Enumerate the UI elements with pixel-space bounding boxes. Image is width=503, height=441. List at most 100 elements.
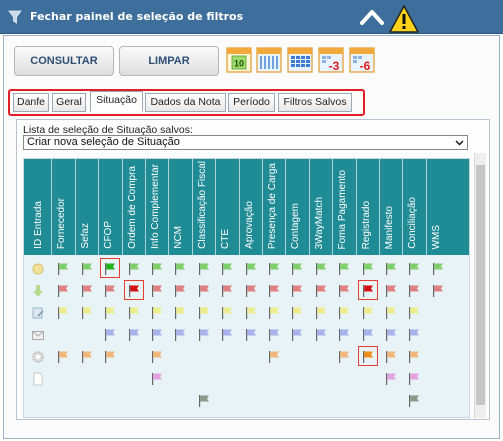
tab-filtros-salvos[interactable]: Filtros Salvos (278, 93, 352, 112)
flag-icon[interactable] (197, 393, 211, 412)
tab-periodo[interactable]: Período (228, 93, 275, 112)
flag-icon[interactable] (56, 283, 70, 302)
flag-icon[interactable] (384, 283, 398, 302)
flag-icon[interactable] (150, 261, 164, 280)
flag-icon[interactable] (407, 349, 421, 368)
flag-icon[interactable] (220, 283, 234, 302)
flag-icon[interactable] (361, 305, 375, 324)
saved-situacao-select[interactable]: Criar nova seleção de Situação (23, 135, 468, 150)
filter-panel-header[interactable]: Fechar painel de seleção de filtros (0, 0, 503, 34)
flag-icon[interactable] (267, 305, 281, 324)
chevron-up-icon[interactable] (359, 6, 385, 28)
flag-icon[interactable] (56, 349, 70, 368)
flag-icon[interactable] (384, 305, 398, 324)
flag-icon[interactable] (244, 261, 258, 280)
flag-icon[interactable] (431, 283, 445, 302)
flag-icon[interactable] (290, 283, 304, 302)
flag-icon[interactable] (337, 327, 351, 346)
flag-icon[interactable] (150, 327, 164, 346)
flag-icon[interactable] (197, 283, 211, 302)
flag-icon[interactable] (314, 305, 328, 324)
flag-icon[interactable] (244, 283, 258, 302)
flag-icon[interactable] (361, 261, 375, 280)
flag-icon[interactable] (267, 349, 281, 368)
flag-icon[interactable] (103, 349, 117, 368)
calendar-minus3-icon[interactable]: -3 (318, 45, 344, 73)
flag-icon[interactable] (103, 261, 117, 280)
flag-icon[interactable] (290, 327, 304, 346)
flag-icon[interactable] (384, 371, 398, 390)
flag-icon[interactable] (384, 349, 398, 368)
tab-geral[interactable]: Geral (52, 93, 86, 112)
flag-icon[interactable] (220, 261, 234, 280)
flag-icon[interactable] (407, 371, 421, 390)
flag-icon[interactable] (197, 261, 211, 280)
tab-situacao[interactable]: Situação (90, 91, 143, 112)
vertical-scrollbar[interactable] (474, 153, 486, 418)
flag-icon[interactable] (337, 261, 351, 280)
calendar-month-icon[interactable] (287, 45, 313, 73)
flag-icon[interactable] (150, 305, 164, 324)
flag-icon[interactable] (56, 261, 70, 280)
flag-icon[interactable] (173, 327, 187, 346)
flag-icon[interactable] (197, 327, 211, 346)
flag-icon[interactable] (103, 305, 117, 324)
calendar-day-icon[interactable]: 10 (226, 45, 252, 73)
flag-icon[interactable] (290, 261, 304, 280)
flag-icon[interactable] (361, 283, 375, 302)
flag-icon[interactable] (361, 327, 375, 346)
flag-icon[interactable] (80, 349, 94, 368)
flag-icon[interactable] (314, 261, 328, 280)
flag-icon[interactable] (407, 327, 421, 346)
flag-icon[interactable] (127, 327, 141, 346)
flag-icon[interactable] (337, 305, 351, 324)
flag-icon[interactable] (127, 283, 141, 302)
consultar-button[interactable]: CONSULTAR (14, 46, 114, 76)
calendar-week-icon[interactable] (256, 45, 282, 73)
flag-icon[interactable] (431, 261, 445, 280)
flag-icon[interactable] (220, 327, 234, 346)
flag-icon[interactable] (267, 283, 281, 302)
flag-icon[interactable] (244, 305, 258, 324)
flag-icon[interactable] (384, 327, 398, 346)
flag-icon[interactable] (103, 283, 117, 302)
flag-icon[interactable] (407, 393, 421, 412)
flag-icon[interactable] (150, 371, 164, 390)
flag-icon[interactable] (314, 327, 328, 346)
scrollbar-thumb[interactable] (476, 165, 485, 405)
flag-icon[interactable] (314, 283, 328, 302)
flag-icon[interactable] (407, 305, 421, 324)
flag-icon[interactable] (80, 305, 94, 324)
flag-icon[interactable] (127, 261, 141, 280)
panel-header-title[interactable]: Fechar painel de seleção de filtros (30, 10, 243, 23)
flag-icon[interactable] (337, 349, 351, 368)
flag-icon[interactable] (103, 327, 117, 346)
flag-icon[interactable] (173, 261, 187, 280)
column-separator (332, 159, 334, 255)
flag-icon[interactable] (407, 283, 421, 302)
flag-icon[interactable] (407, 261, 421, 280)
tab-danfe[interactable]: Danfe (13, 93, 49, 112)
flag-icon[interactable] (80, 283, 94, 302)
calendar-minus6-icon[interactable]: -6 (349, 45, 375, 73)
flag-icon[interactable] (244, 327, 258, 346)
flag-icon[interactable] (267, 327, 281, 346)
flag-icon[interactable] (150, 349, 164, 368)
flag-icon[interactable] (127, 305, 141, 324)
limpar-button[interactable]: LIMPAR (119, 46, 219, 76)
flag-icon[interactable] (173, 305, 187, 324)
flag-icon[interactable] (267, 261, 281, 280)
flag-icon[interactable] (197, 305, 211, 324)
flag-icon[interactable] (337, 283, 351, 302)
flag-icon[interactable] (173, 283, 187, 302)
column-separator (191, 159, 193, 255)
column-separator (121, 159, 123, 255)
flag-icon[interactable] (80, 261, 94, 280)
flag-icon[interactable] (150, 283, 164, 302)
flag-icon[interactable] (56, 305, 70, 324)
tab-dados-da-nota[interactable]: Dados da Nota (145, 93, 226, 112)
flag-icon[interactable] (384, 261, 398, 280)
flag-icon[interactable] (361, 349, 375, 368)
flag-icon[interactable] (290, 305, 304, 324)
flag-icon[interactable] (220, 305, 234, 324)
